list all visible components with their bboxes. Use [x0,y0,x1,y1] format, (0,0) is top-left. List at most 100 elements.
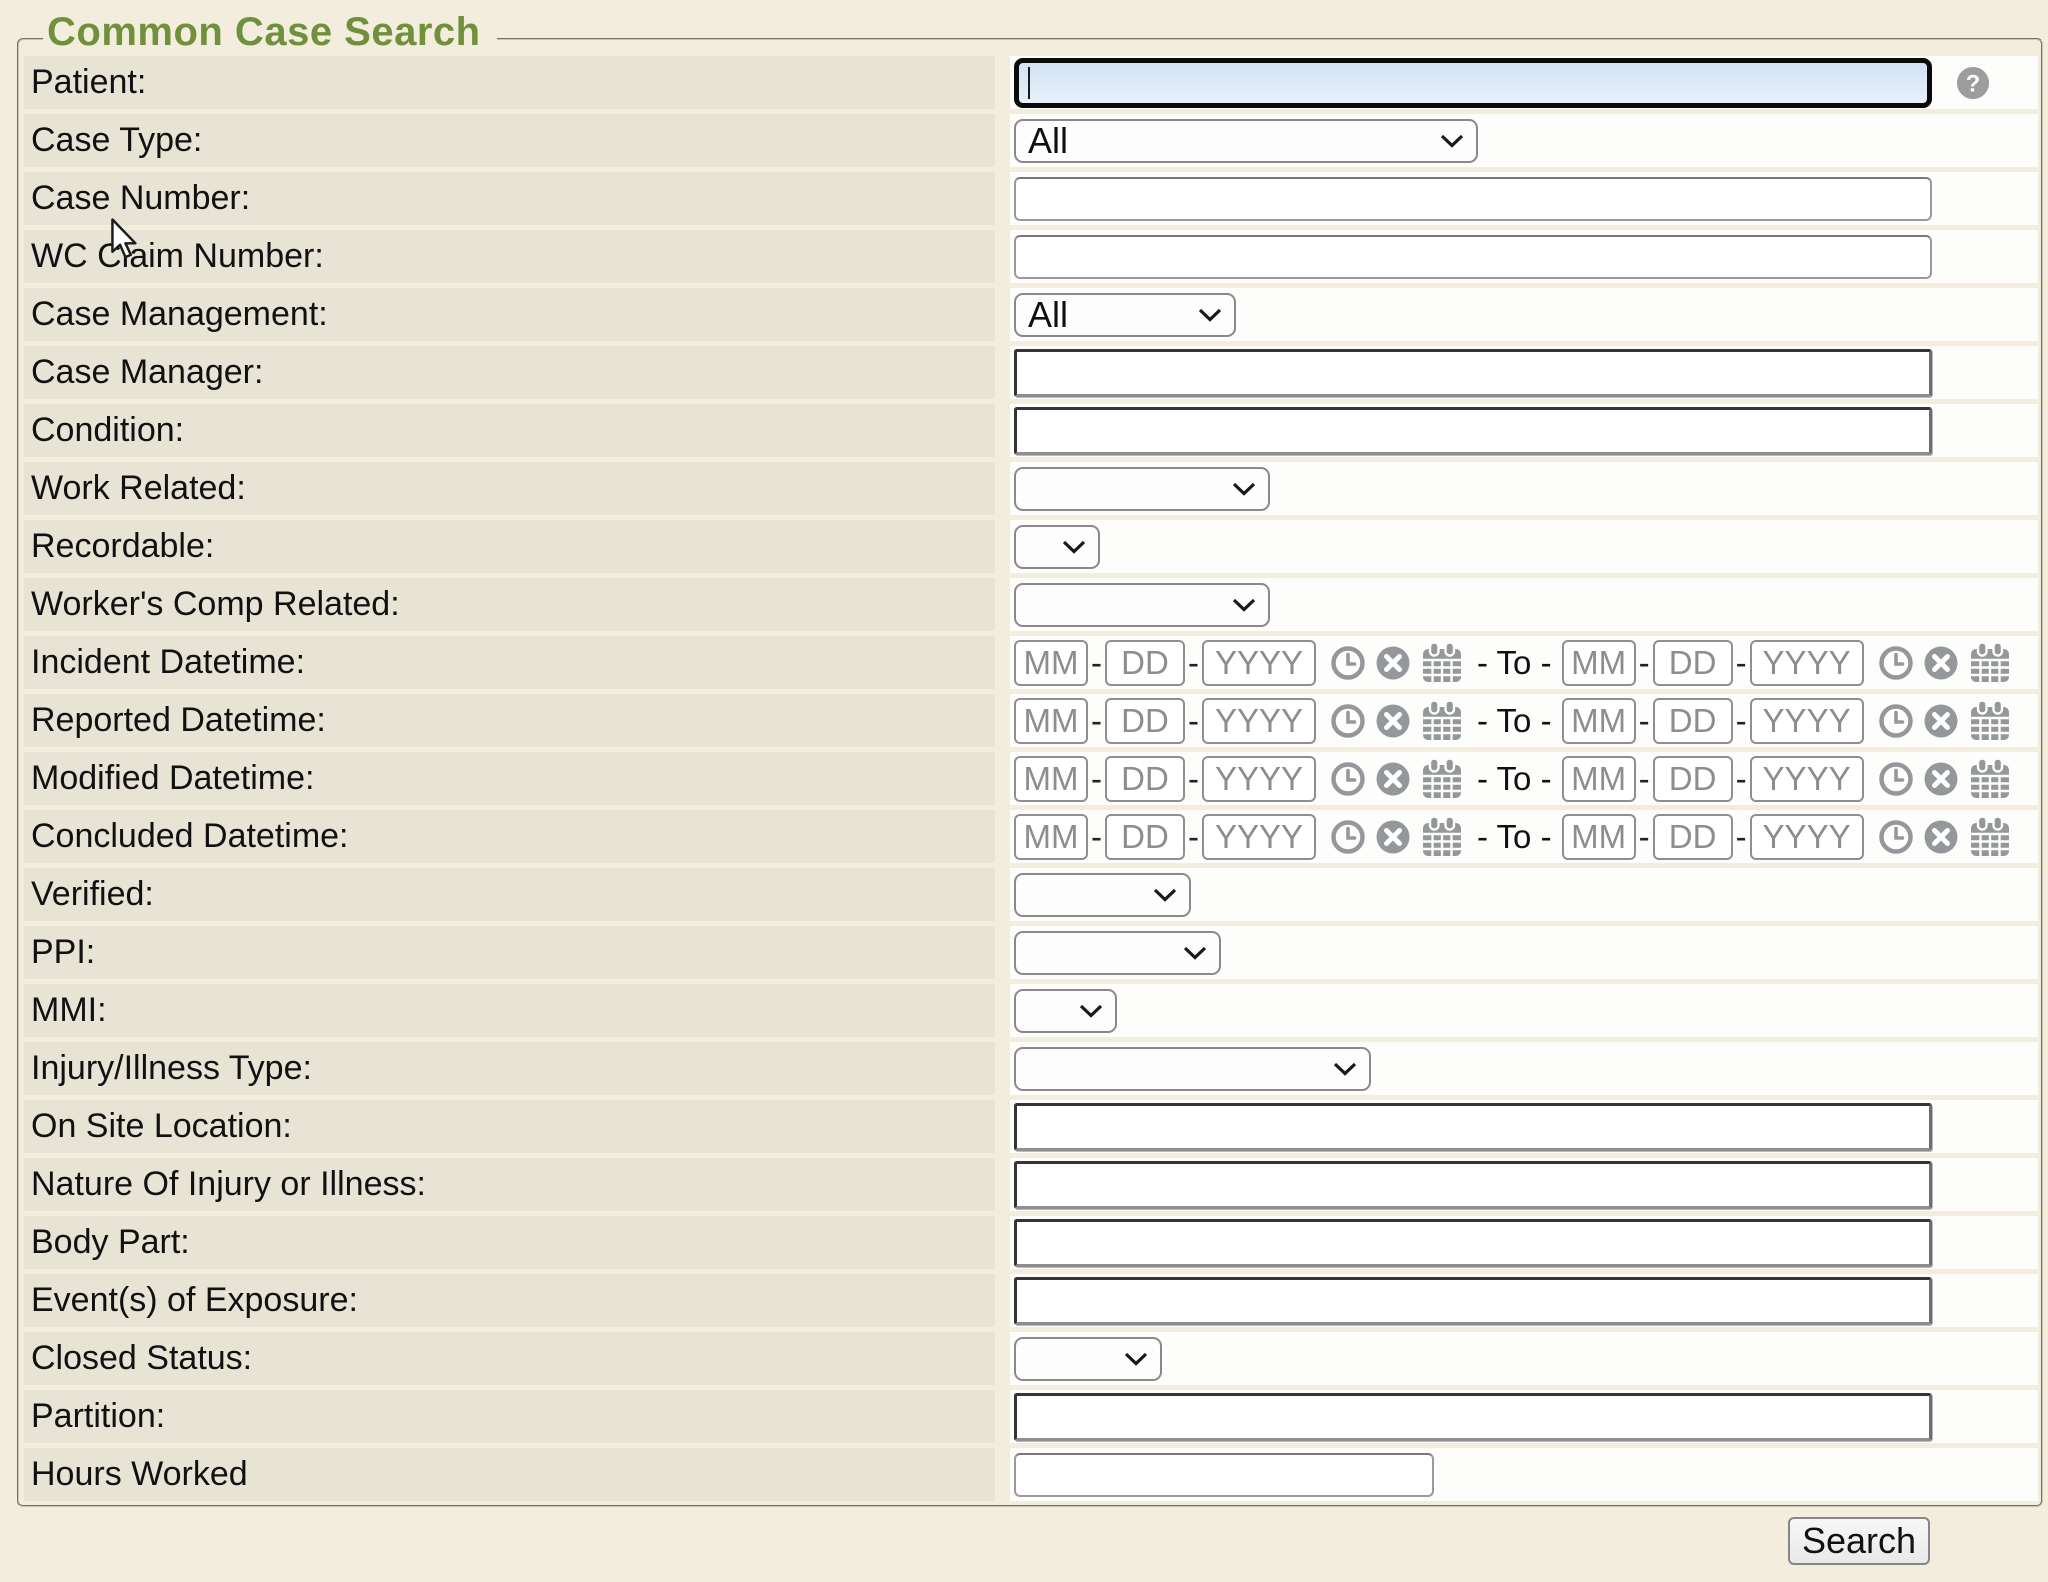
to-month-input[interactable] [1562,640,1636,686]
form-row-patient: Patient: [24,56,2038,109]
from-month-input[interactable] [1014,814,1088,860]
from-month-input[interactable] [1014,756,1088,802]
wc-claim-number-input[interactable] [1014,235,1932,279]
verified-select[interactable] [1014,873,1191,917]
to-year-input[interactable] [1750,756,1864,802]
date-dash: - [1091,644,1102,682]
to-month-input[interactable] [1562,698,1636,744]
recordable-select[interactable] [1014,525,1100,569]
to-year-input[interactable] [1750,640,1864,686]
form-row-reported-datetime: Reported Datetime: - - - To - - [24,694,2038,747]
to-month-input[interactable] [1562,814,1636,860]
clock-icon[interactable] [1878,819,1914,855]
modified-datetime-range: - - - To - - - [1014,756,2021,802]
search-button[interactable]: Search [1788,1517,1930,1565]
clear-icon[interactable] [1375,761,1411,797]
to-separator: - To - [1477,818,1552,856]
from-day-input[interactable] [1105,640,1185,686]
nature-of-injury-label: Nature Of Injury or Illness: [24,1158,995,1211]
clear-icon[interactable] [1923,645,1959,681]
incident-datetime-range: - - - To - - - [1014,640,2021,686]
body-part-label: Body Part: [24,1216,995,1269]
date-dash: - [1091,818,1102,856]
calendar-icon[interactable] [1420,699,1464,743]
date-dash: - [1639,644,1650,682]
panel-title: Common Case Search [43,10,497,55]
from-year-input[interactable] [1202,756,1316,802]
clear-icon[interactable] [1375,645,1411,681]
form-row-wc-claim-number: WC Claim Number: [24,230,2038,283]
mmi-select[interactable] [1014,989,1117,1033]
to-day-input[interactable] [1653,814,1733,860]
form-row-nature-of-injury: Nature Of Injury or Illness: [24,1158,2038,1211]
from-month-input[interactable] [1014,698,1088,744]
clear-icon[interactable] [1375,819,1411,855]
events-of-exposure-input[interactable] [1014,1277,1932,1325]
clock-icon[interactable] [1330,703,1366,739]
on-site-location-input[interactable] [1014,1103,1932,1151]
ppi-label: PPI: [24,926,995,979]
form-row-on-site-location: On Site Location: [24,1100,2038,1153]
ppi-select[interactable] [1014,931,1221,975]
from-day-input[interactable] [1105,814,1185,860]
hours-worked-input[interactable] [1014,1453,1434,1497]
calendar-icon[interactable] [1968,699,2012,743]
reported-datetime-label: Reported Datetime: [24,694,995,747]
case-number-input[interactable] [1014,177,1932,221]
case-management-select[interactable]: All [1014,293,1236,337]
calendar-icon[interactable] [1968,641,2012,685]
calendar-icon[interactable] [1420,815,1464,859]
to-separator: - To - [1477,760,1552,798]
calendar-icon[interactable] [1420,757,1464,801]
clock-icon[interactable] [1878,645,1914,681]
clock-icon[interactable] [1878,703,1914,739]
injury-illness-type-select[interactable] [1014,1047,1371,1091]
partition-input[interactable] [1014,1393,1932,1441]
from-day-input[interactable] [1105,698,1185,744]
patient-help-icon[interactable] [1956,66,1990,100]
to-day-input[interactable] [1653,698,1733,744]
from-year-input[interactable] [1202,640,1316,686]
case-manager-label: Case Manager: [24,346,995,399]
form-row-workers-comp-related: Worker's Comp Related: [24,578,2038,631]
common-case-search-panel: Common Case Search Patient: Case Type: A… [17,38,2043,1507]
to-separator: - To - [1477,702,1552,740]
to-day-input[interactable] [1653,756,1733,802]
from-year-input[interactable] [1202,698,1316,744]
chevron-down-icon [1232,598,1256,612]
date-dash: - [1639,760,1650,798]
to-day-input[interactable] [1653,640,1733,686]
calendar-icon[interactable] [1968,815,2012,859]
body-part-input[interactable] [1014,1219,1932,1267]
clock-icon[interactable] [1878,761,1914,797]
clear-icon[interactable] [1923,819,1959,855]
clear-icon[interactable] [1923,761,1959,797]
calendar-icon[interactable] [1420,641,1464,685]
case-type-select[interactable]: All [1014,119,1478,163]
form-row-concluded-datetime: Concluded Datetime: - - - To - - [24,810,2038,863]
wc-claim-number-label: WC Claim Number: [24,230,995,283]
condition-input[interactable] [1014,407,1932,455]
clear-icon[interactable] [1923,703,1959,739]
patient-label: Patient: [24,56,995,109]
work-related-select[interactable] [1014,467,1270,511]
from-year-input[interactable] [1202,814,1316,860]
patient-input[interactable] [1014,58,1932,108]
to-month-input[interactable] [1562,756,1636,802]
clock-icon[interactable] [1330,819,1366,855]
workers-comp-related-select[interactable] [1014,583,1270,627]
clock-icon[interactable] [1330,645,1366,681]
case-management-label: Case Management: [24,288,995,341]
to-year-input[interactable] [1750,698,1864,744]
clear-icon[interactable] [1375,703,1411,739]
case-manager-input[interactable] [1014,349,1932,397]
from-day-input[interactable] [1105,756,1185,802]
on-site-location-label: On Site Location: [24,1100,995,1153]
calendar-icon[interactable] [1968,757,2012,801]
clock-icon[interactable] [1330,761,1366,797]
form-row-modified-datetime: Modified Datetime: - - - To - - [24,752,2038,805]
nature-of-injury-input[interactable] [1014,1161,1932,1209]
to-year-input[interactable] [1750,814,1864,860]
closed-status-select[interactable] [1014,1337,1162,1381]
from-month-input[interactable] [1014,640,1088,686]
